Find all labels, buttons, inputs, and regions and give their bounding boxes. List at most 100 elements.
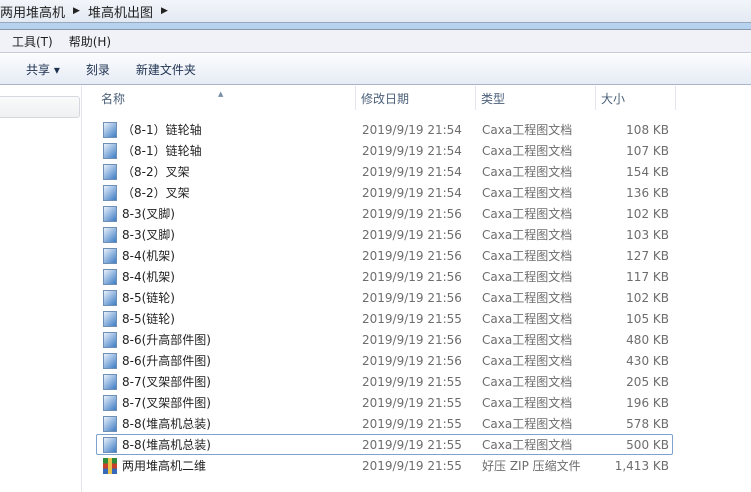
menu-bar: 工具(T) 帮助(H) xyxy=(0,30,751,53)
caxa-file-icon xyxy=(103,352,117,369)
file-name: 8-7(叉架部件图) xyxy=(122,375,211,389)
file-date: 2019/9/19 21:56 xyxy=(362,353,462,368)
file-size: 1,413 KB xyxy=(614,458,669,473)
file-row[interactable]: （8-1）链轮轴 2019/9/19 21:54 Caxa工程图文档 107 KB xyxy=(96,140,673,161)
file-date: 2019/9/19 21:55 xyxy=(362,458,462,473)
file-size: 136 KB xyxy=(626,185,669,200)
file-type: Caxa工程图文档 xyxy=(482,144,573,158)
file-name: 8-5(链轮) xyxy=(122,312,175,326)
file-type: Caxa工程图文档 xyxy=(482,354,573,368)
sort-ascending-icon: ▲ xyxy=(218,90,224,98)
file-type: Caxa工程图文档 xyxy=(482,333,573,347)
file-row[interactable]: 8-3(叉脚) 2019/9/19 21:56 Caxa工程图文档 103 KB xyxy=(96,224,673,245)
file-date: 2019/9/19 21:54 xyxy=(362,164,462,179)
file-type: Caxa工程图文档 xyxy=(482,228,573,242)
caxa-file-icon xyxy=(103,415,117,432)
file-size: 154 KB xyxy=(626,164,669,179)
menu-help[interactable]: 帮助(H) xyxy=(69,33,111,50)
caxa-file-icon xyxy=(103,310,117,327)
file-row[interactable]: 8-7(叉架部件图) 2019/9/19 21:55 Caxa工程图文档 196 KB xyxy=(96,392,673,413)
file-name: 8-3(叉脚) xyxy=(122,228,175,242)
file-type: Caxa工程图文档 xyxy=(482,207,573,221)
file-row[interactable]: 8-3(叉脚) 2019/9/19 21:56 Caxa工程图文档 102 KB xyxy=(96,203,673,224)
file-row[interactable]: 8-5(链轮) 2019/9/19 21:55 Caxa工程图文档 105 KB xyxy=(96,308,673,329)
file-row[interactable]: 8-5(链轮) 2019/9/19 21:56 Caxa工程图文档 102 KB xyxy=(96,287,673,308)
file-date: 2019/9/19 21:54 xyxy=(362,122,462,137)
caxa-file-icon xyxy=(103,268,117,285)
breadcrumb-item[interactable]: 堆高机出图 xyxy=(88,2,153,21)
file-size: 102 KB xyxy=(626,290,669,305)
file-type: Caxa工程图文档 xyxy=(482,417,573,431)
file-date: 2019/9/19 21:55 xyxy=(362,311,462,326)
file-name: 8-8(堆高机总装) xyxy=(122,438,211,452)
file-row[interactable]: （8-2）叉架 2019/9/19 21:54 Caxa工程图文档 136 KB xyxy=(96,182,673,203)
caxa-file-icon xyxy=(103,331,117,348)
file-name: 8-6(升高部件图) xyxy=(122,354,211,368)
address-bar[interactable]: 两用堆高机 ▶ 堆高机出图 ▶ xyxy=(0,0,751,23)
file-row[interactable]: 8-7(叉架部件图) 2019/9/19 21:55 Caxa工程图文档 205 KB xyxy=(96,371,673,392)
file-name: 8-4(机架) xyxy=(122,249,175,263)
file-size: 107 KB xyxy=(626,143,669,158)
file-name: 8-3(叉脚) xyxy=(122,207,175,221)
file-row[interactable]: 8-8(堆高机总装) 2019/9/19 21:55 Caxa工程图文档 500 KB xyxy=(96,434,673,455)
file-name: （8-1）链轮轴 xyxy=(122,144,202,158)
file-row[interactable]: 8-6(升高部件图) 2019/9/19 21:56 Caxa工程图文档 480 KB xyxy=(96,329,673,350)
breadcrumb-arrow-icon[interactable]: ▶ xyxy=(73,6,80,16)
file-type: Caxa工程图文档 xyxy=(482,396,573,410)
zip-archive-icon xyxy=(103,457,117,474)
file-type: Caxa工程图文档 xyxy=(482,123,573,137)
share-button[interactable]: 共享 ▾ xyxy=(26,61,60,78)
navigation-pane[interactable] xyxy=(0,86,82,492)
nav-item[interactable] xyxy=(0,96,80,118)
caxa-file-icon xyxy=(103,184,117,201)
file-date: 2019/9/19 21:55 xyxy=(362,395,462,410)
column-date[interactable]: 修改日期 xyxy=(356,86,476,110)
file-type: Caxa工程图文档 xyxy=(482,249,573,263)
file-row[interactable]: 两用堆高机二维 2019/9/19 21:55 好压 ZIP 压缩文件 1,413 K… xyxy=(96,455,673,476)
file-row[interactable]: （8-2）叉架 2019/9/19 21:54 Caxa工程图文档 154 KB xyxy=(96,161,673,182)
new-folder-button[interactable]: 新建文件夹 xyxy=(136,61,196,78)
column-size[interactable]: 大小 xyxy=(596,86,676,110)
caxa-file-icon xyxy=(103,247,117,264)
file-name: 8-4(机架) xyxy=(122,270,175,284)
file-type: Caxa工程图文档 xyxy=(482,270,573,284)
file-type: Caxa工程图文档 xyxy=(482,375,573,389)
file-name: 8-6(升高部件图) xyxy=(122,333,211,347)
file-size: 196 KB xyxy=(626,395,669,410)
burn-button[interactable]: 刻录 xyxy=(86,61,110,78)
file-row[interactable]: 8-6(升高部件图) 2019/9/19 21:56 Caxa工程图文档 430 KB xyxy=(96,350,673,371)
breadcrumb-arrow-icon[interactable]: ▶ xyxy=(161,6,168,16)
file-size: 127 KB xyxy=(626,248,669,263)
file-date: 2019/9/19 21:56 xyxy=(362,206,462,221)
caxa-file-icon xyxy=(103,205,117,222)
file-list: （8-1）链轮轴 2019/9/19 21:54 Caxa工程图文档 108 KB （8… xyxy=(96,119,673,476)
file-date: 2019/9/19 21:56 xyxy=(362,290,462,305)
breadcrumb-item[interactable]: 两用堆高机 xyxy=(0,2,65,21)
toolbar: 共享 ▾ 刻录 新建文件夹 xyxy=(0,54,751,85)
file-date: 2019/9/19 21:56 xyxy=(362,227,462,242)
caxa-file-icon xyxy=(103,289,117,306)
file-size: 102 KB xyxy=(626,206,669,221)
column-type[interactable]: 类型 xyxy=(476,86,596,110)
file-size: 117 KB xyxy=(626,269,669,284)
file-row[interactable]: 8-8(堆高机总装) 2019/9/19 21:55 Caxa工程图文档 578 KB xyxy=(96,413,673,434)
caxa-file-icon xyxy=(103,163,117,180)
file-size: 108 KB xyxy=(626,122,669,137)
file-type: Caxa工程图文档 xyxy=(482,438,573,452)
caxa-file-icon xyxy=(103,226,117,243)
menu-tools[interactable]: 工具(T) xyxy=(12,33,53,50)
file-row[interactable]: （8-1）链轮轴 2019/9/19 21:54 Caxa工程图文档 108 KB xyxy=(96,119,673,140)
file-size: 500 KB xyxy=(626,437,669,452)
file-date: 2019/9/19 21:55 xyxy=(362,437,462,452)
file-size: 205 KB xyxy=(626,374,669,389)
file-name: （8-2）叉架 xyxy=(122,165,190,179)
file-date: 2019/9/19 21:54 xyxy=(362,143,462,158)
file-row[interactable]: 8-4(机架) 2019/9/19 21:56 Caxa工程图文档 127 KB xyxy=(96,245,673,266)
caxa-file-icon xyxy=(103,121,117,138)
file-size: 480 KB xyxy=(626,332,669,347)
file-row[interactable]: 8-4(机架) 2019/9/19 21:56 Caxa工程图文档 117 KB xyxy=(96,266,673,287)
column-name[interactable]: ▲ 名称 xyxy=(96,86,356,110)
file-name: 8-7(叉架部件图) xyxy=(122,396,211,410)
file-name: （8-1）链轮轴 xyxy=(122,123,202,137)
file-name: 两用堆高机二维 xyxy=(122,459,207,473)
